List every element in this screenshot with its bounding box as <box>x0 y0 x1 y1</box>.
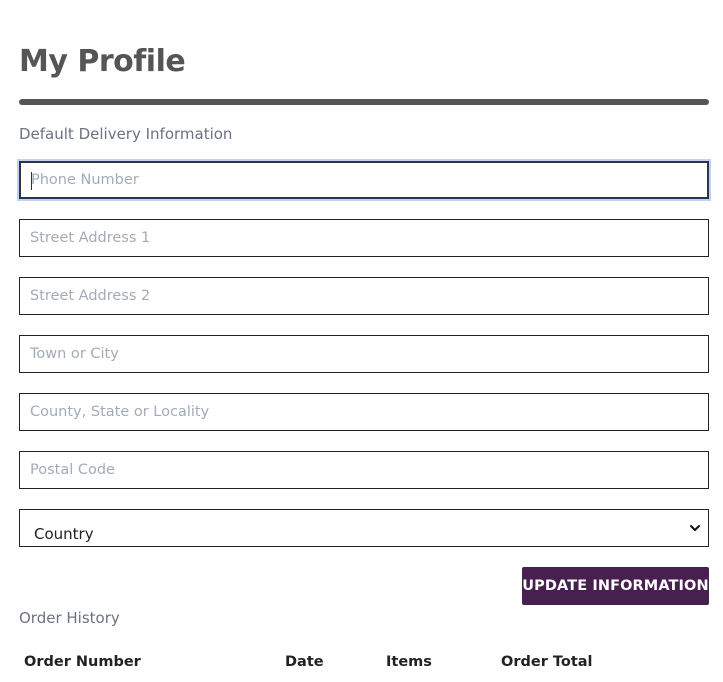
street-address-2-input[interactable] <box>20 278 708 314</box>
update-information-button[interactable]: UPDATE INFORMATION <box>522 567 709 605</box>
chevron-down-icon <box>688 520 702 539</box>
page-title: My Profile <box>19 44 186 79</box>
column-header-items: Items <box>386 654 432 670</box>
order-history-section-label: Order History <box>19 609 120 627</box>
phone-number-input[interactable] <box>21 163 707 197</box>
title-divider <box>19 99 709 105</box>
postal-code-wrap <box>19 451 709 489</box>
city-wrap <box>19 335 709 373</box>
town-city-input[interactable] <box>20 336 708 372</box>
text-caret <box>31 172 32 190</box>
phone-field-wrap <box>19 161 709 199</box>
column-header-order-total: Order Total <box>501 654 593 670</box>
column-header-order-number: Order Number <box>24 654 141 670</box>
street-address-1-input[interactable] <box>20 220 708 256</box>
postal-code-input[interactable] <box>20 452 708 488</box>
column-header-date: Date <box>285 654 324 670</box>
street-address-2-wrap <box>19 277 709 315</box>
delivery-section-label: Default Delivery Information <box>19 125 233 143</box>
county-wrap <box>19 393 709 431</box>
county-state-input[interactable] <box>20 394 708 430</box>
street-address-1-wrap <box>19 219 709 257</box>
country-select[interactable]: Country <box>19 509 709 547</box>
country-select-value: Country <box>34 525 94 543</box>
